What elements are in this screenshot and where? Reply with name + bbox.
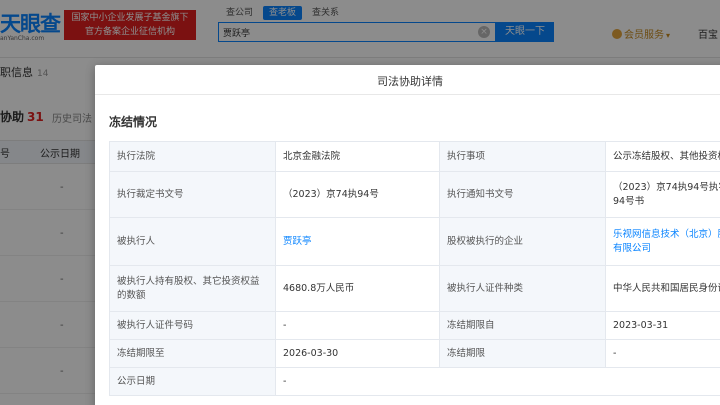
value-person-subject: 贾跃亭	[275, 217, 440, 266]
person-subject-link[interactable]: 贾跃亭	[283, 236, 312, 247]
value-notice-number: （2023）京74执94号执字第94号书	[605, 171, 720, 218]
equity-enterprise-link[interactable]: 乐视网信息技术（北京）股份有限公司	[613, 229, 720, 254]
label-ruling-number: 执行裁定书文号	[109, 171, 276, 218]
value-executing-court: 北京金融法院	[275, 141, 440, 172]
label-freeze-end: 冻结期限至	[109, 339, 276, 368]
value-execution-matter: 公示冻结股权、其他投资权益	[605, 141, 720, 172]
value-equity-amount: 4680.8万人民币	[275, 265, 440, 312]
table-row: 执行裁定书文号 （2023）京74执94号 执行通知书文号 （2023）京74执…	[109, 171, 720, 218]
label-person-subject: 被执行人	[109, 217, 276, 266]
label-publish-date: 公示日期	[109, 367, 276, 396]
label-id-number: 被执行人证件号码	[109, 311, 276, 340]
label-equity-enterprise: 股权被执行的企业	[439, 217, 606, 266]
table-row: 被执行人证件号码 - 冻结期限自 2023-03-31	[109, 311, 720, 340]
label-equity-amount: 被执行人持有股权、其它投资权益的数额	[109, 265, 276, 312]
label-id-type: 被执行人证件种类	[439, 265, 606, 312]
value-id-type: 中华人民共和国居民身份证	[605, 265, 720, 312]
table-row: 冻结期限至 2026-03-30 冻结期限 -	[109, 339, 720, 368]
value-ruling-number: （2023）京74执94号	[275, 171, 440, 218]
modal-header: 司法协助详情	[95, 65, 720, 95]
label-freeze-term: 冻结期限	[439, 339, 606, 368]
section-title-freeze: 冻结情况	[109, 115, 158, 129]
value-publish-date: -	[275, 367, 720, 396]
table-row: 被执行人持有股权、其它投资权益的数额 4680.8万人民币 被执行人证件种类 中…	[109, 265, 720, 312]
label-freeze-start: 冻结期限自	[439, 311, 606, 340]
modal-title: 司法协助详情	[377, 75, 443, 88]
table-row: 执行法院 北京金融法院 执行事项 公示冻结股权、其他投资权益	[109, 141, 720, 172]
value-equity-enterprise: 乐视网信息技术（北京）股份有限公司	[605, 217, 720, 266]
table-row: 被执行人 贾跃亭 股权被执行的企业 乐视网信息技术（北京）股份有限公司	[109, 217, 720, 266]
value-freeze-term: -	[605, 339, 720, 368]
label-execution-matter: 执行事项	[439, 141, 606, 172]
value-freeze-end: 2026-03-30	[275, 339, 440, 368]
freeze-detail-table: 执行法院 北京金融法院 执行事项 公示冻结股权、其他投资权益 执行裁定书文号 （…	[109, 141, 720, 396]
value-freeze-start: 2023-03-31	[605, 311, 720, 340]
judicial-assistance-detail-modal: 司法协助详情 冻结情况 执行法院 北京金融法院 执行事项 公示冻结股权、其他投资…	[95, 65, 720, 405]
table-row: 公示日期 -	[109, 367, 720, 396]
value-id-number: -	[275, 311, 440, 340]
label-notice-number: 执行通知书文号	[439, 171, 606, 218]
label-executing-court: 执行法院	[109, 141, 276, 172]
